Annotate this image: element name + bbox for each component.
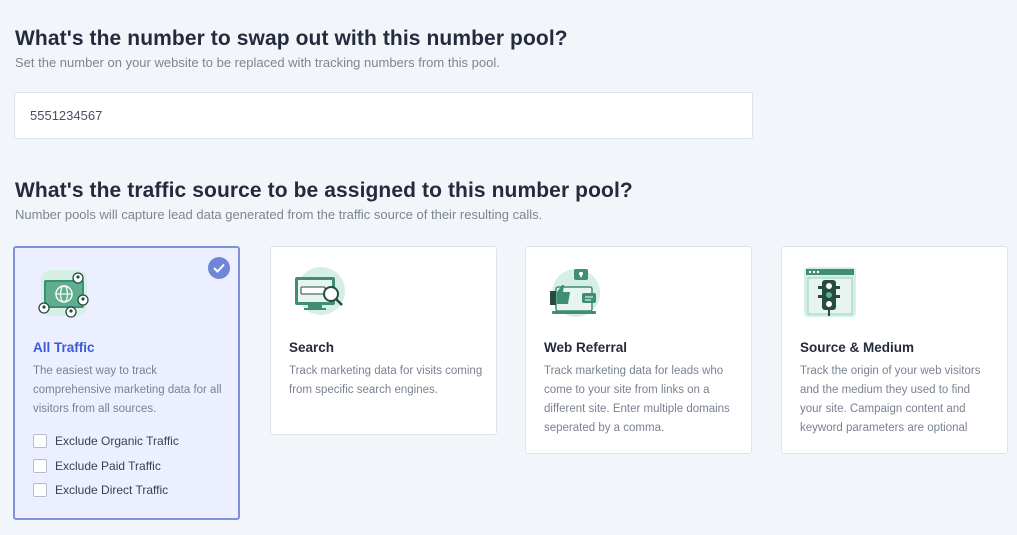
traffic-source-heading: What's the traffic source to be assigned…: [15, 179, 633, 202]
card-description: Track the origin of your web visitors an…: [800, 365, 981, 434]
card-title: Source & Medium: [800, 340, 915, 355]
card-all-traffic[interactable]: All Traffic The easiest way to track com…: [13, 246, 240, 520]
card-description: Track marketing data for visits coming f…: [289, 365, 483, 396]
exclude-paid-checkbox[interactable]: Exclude Paid Traffic: [33, 459, 161, 473]
selected-check-icon: [208, 257, 230, 279]
swap-number-heading: What's the number to swap out with this …: [15, 27, 568, 50]
checkbox-label: Exclude Direct Traffic: [55, 483, 169, 497]
globe-network-icon: [38, 270, 89, 318]
card-description: The easiest way to track comprehensive m…: [33, 365, 222, 415]
swap-number-subheading: Set the number on your website to be rep…: [15, 55, 500, 70]
swap-number-section: What's the number to swap out with this …: [15, 27, 568, 70]
exclude-direct-checkbox[interactable]: Exclude Direct Traffic: [33, 483, 168, 497]
card-title: Search: [289, 340, 335, 355]
traffic-source-section: What's the traffic source to be assigned…: [15, 179, 633, 222]
card-description: Track marketing data for leads who come …: [544, 365, 730, 434]
card-source-medium[interactable]: Source & Medium Track the origin of your…: [781, 246, 1008, 454]
checkbox-label: Exclude Organic Traffic: [55, 434, 179, 448]
checkbox-box[interactable]: [33, 459, 47, 473]
card-web-referral[interactable]: Web Referral Track marketing data for le…: [525, 246, 752, 454]
search-monitor-icon: [295, 267, 345, 315]
swap-number-input[interactable]: [14, 92, 753, 139]
checkbox-label: Exclude Paid Traffic: [55, 459, 161, 473]
card-title: All Traffic: [33, 340, 95, 355]
checkbox-box[interactable]: [33, 434, 47, 448]
card-title: Web Referral: [544, 340, 628, 355]
card-search[interactable]: Search Track marketing data for visits c…: [270, 246, 497, 435]
traffic-light-icon: [804, 267, 856, 317]
exclude-organic-checkbox[interactable]: Exclude Organic Traffic: [33, 434, 179, 448]
traffic-source-subheading: Number pools will capture lead data gene…: [15, 207, 543, 222]
referral-thumbs-up-icon: [550, 269, 600, 317]
checkbox-box[interactable]: [33, 483, 47, 497]
